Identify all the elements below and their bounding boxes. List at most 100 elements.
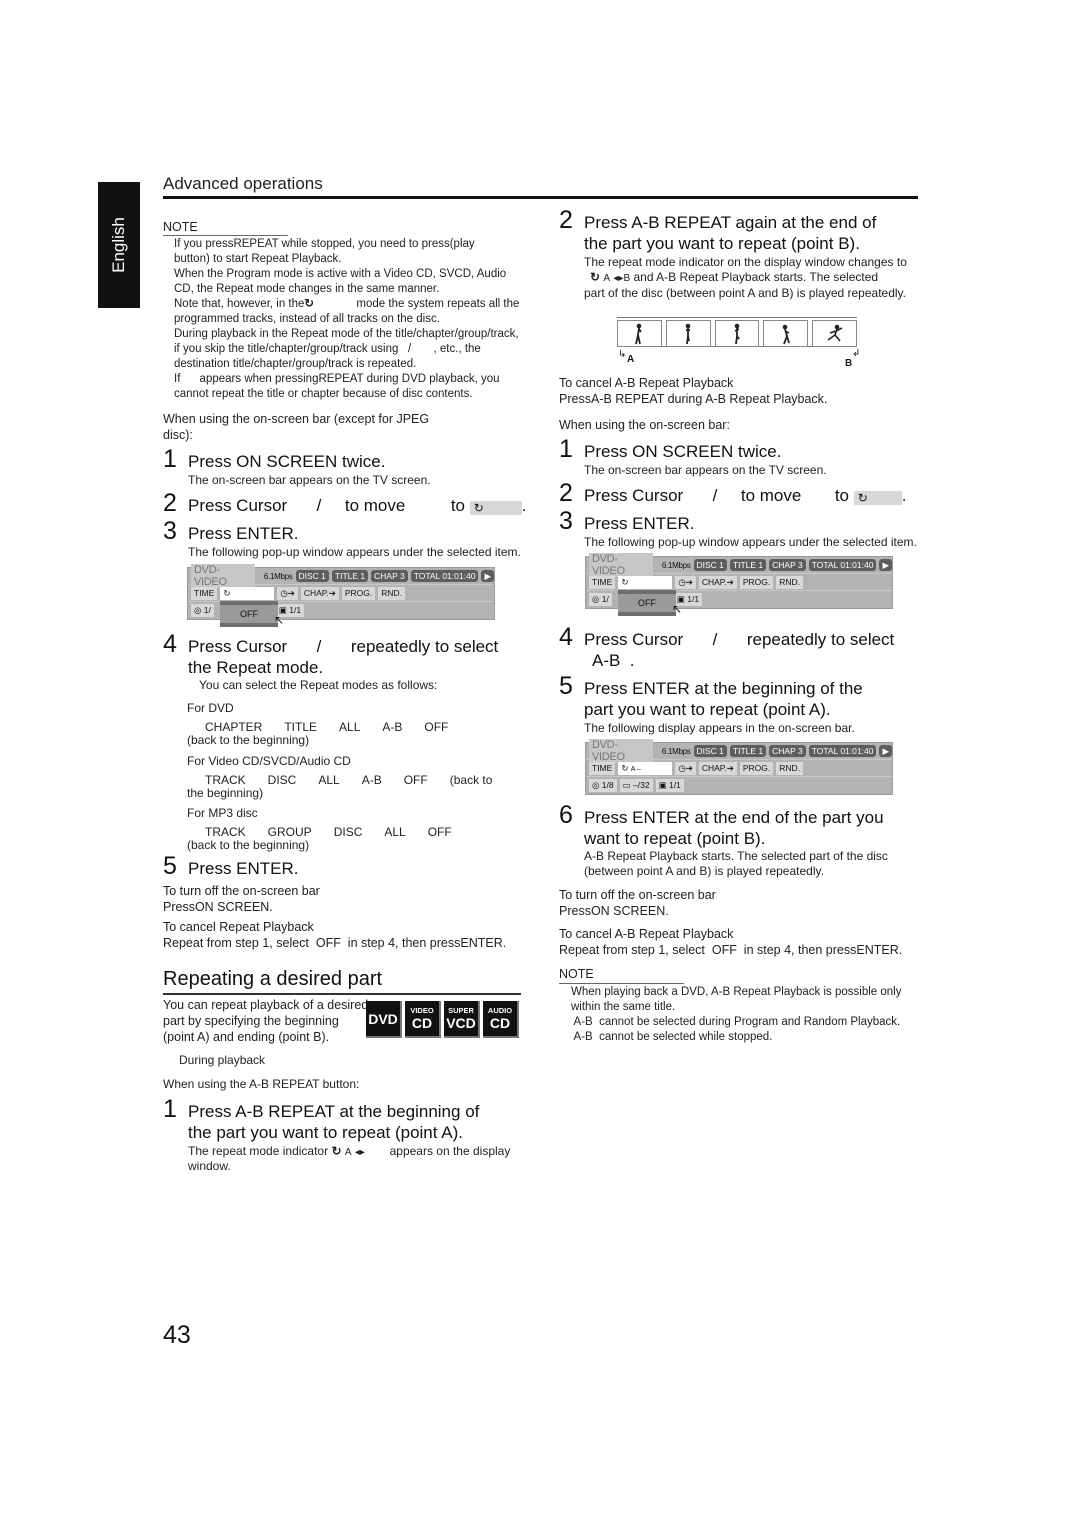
audio-cell[interactable]: ◎ 1/ <box>589 593 612 606</box>
prog-button[interactable]: PROG. <box>739 761 774 775</box>
step-text: Press ENTER at the beginning of the <box>584 679 863 698</box>
super-vcd-badge: SUPER VCD <box>444 1001 480 1038</box>
step-text: the part you want to repeat (point A). <box>188 1123 463 1142</box>
step-detail: The repeat mode indicator on the display… <box>584 255 907 269</box>
note-title: NOTE <box>163 220 198 234</box>
section-header: Advanced operations <box>163 174 323 193</box>
prog-button[interactable]: PROG. <box>739 575 774 589</box>
turn-off-block: To turn off the on-screen bar PressON SC… <box>559 888 716 918</box>
ab-arrow-icon: ◂▸ <box>354 1147 365 1158</box>
step-number: 4 <box>163 630 177 658</box>
step-detail: (between point A and B) is played repeat… <box>584 864 824 878</box>
repeat-field[interactable]: ↻ <box>618 575 673 589</box>
using-button-intro: When using the A-B REPEAT button: <box>163 1077 360 1091</box>
angle-cell[interactable]: ▣ 1/1 <box>655 779 684 792</box>
header-rule <box>163 196 918 199</box>
step-detail: The following pop-up window appears unde… <box>188 545 521 559</box>
batter-figure-icon <box>685 323 691 345</box>
step-number: 6 <box>559 801 573 829</box>
pitcher-figure-icon <box>827 324 842 342</box>
step-text: the part you want to repeat (point B). <box>584 234 860 253</box>
frame-2 <box>665 320 711 347</box>
step-number: 1 <box>559 435 573 463</box>
frame-3 <box>714 320 760 347</box>
total-pill: TOTAL 01:01:40 <box>410 570 479 582</box>
language-tab: English <box>98 182 140 308</box>
rnd-button[interactable]: RND. <box>378 586 406 600</box>
step-detail: The following pop-up window appears unde… <box>584 535 917 549</box>
step-text: Press ENTER at the end of the part you <box>584 808 884 827</box>
note-line: programmed tracks, instead of all tracks… <box>174 313 440 325</box>
left-note: If you pressREPEAT while stopped, you ne… <box>174 237 554 402</box>
left-intro: When using the on-screen bar (except for… <box>163 412 430 442</box>
chap-pill: CHAP 3 <box>371 570 408 582</box>
repeat-field[interactable]: ↻ <box>220 586 275 600</box>
note-line: cannot repeat the title or chapter becau… <box>174 388 473 400</box>
timer-icon[interactable]: ◷➔ <box>675 575 696 589</box>
timer-icon[interactable]: ◷➔ <box>675 761 696 775</box>
note-line: A-B cannot be selected while stopped. <box>571 1031 773 1043</box>
step-detail: window. <box>188 1159 231 1173</box>
chap-button[interactable]: CHAP.➔ <box>698 761 737 775</box>
audio-cell[interactable]: ◎ 1/8 <box>589 779 617 792</box>
step-detail: You can select the Repeat modes as follo… <box>199 678 438 692</box>
note-line: destination title/chapter/group/track is… <box>174 358 417 370</box>
step-number: 1 <box>163 445 177 473</box>
point-a-label: A <box>627 354 635 365</box>
step-detail: The repeat mode indicator ↻ A ◂▸ appears… <box>188 1144 511 1158</box>
step-number: 5 <box>163 852 177 880</box>
disc-pill: DISC 1 <box>295 570 329 582</box>
step-text: Press Cursor / to move to ↻. <box>584 486 907 505</box>
subtitle-cell[interactable]: ▭ –/32 <box>619 779 653 792</box>
chap-button[interactable]: CHAP.➔ <box>698 575 737 589</box>
time-button[interactable]: TIME <box>191 586 218 600</box>
batter-figure-icon <box>734 323 740 345</box>
ab-filmstrip <box>617 317 857 347</box>
prog-button[interactable]: PROG. <box>341 586 376 600</box>
repeat-field-icon: ↻ <box>469 501 522 515</box>
step-detail: part of the disc (between point A and B)… <box>584 286 906 300</box>
repeat-popup[interactable]: OFF <box>618 590 676 616</box>
timer-icon[interactable]: ◷➔ <box>277 586 298 600</box>
mouse-cursor-icon: ↖ <box>672 602 683 616</box>
note-rule <box>163 235 288 236</box>
repeat-indicator-icon: ↻ <box>590 270 601 284</box>
point-b-label: B <box>845 358 853 369</box>
step-text: A-B . <box>592 651 635 670</box>
time-button[interactable]: TIME <box>589 761 616 775</box>
chap-button[interactable]: CHAP.➔ <box>300 586 339 600</box>
page-number: 43 <box>163 1321 191 1349</box>
mode-label: For Video CD/SVCD/Audio CD <box>187 754 351 768</box>
video-cd-badge: VIDEO CD <box>405 1001 441 1038</box>
batter-figure-icon <box>635 323 643 345</box>
section-desc: You can repeat playback of a desired par… <box>163 998 369 1044</box>
cancel-ab-block: To cancel A-B Repeat Playback PressA-B R… <box>559 376 828 406</box>
repeat-field-icon: ↻ <box>853 491 902 505</box>
step-number: 3 <box>559 507 573 535</box>
step-detail: A-B Repeat Playback starts. The selected… <box>584 849 888 863</box>
audio-cd-badge: AUDIO CD <box>483 1001 519 1038</box>
step-detail: The on-screen bar appears on the TV scre… <box>188 473 431 487</box>
rnd-button[interactable]: RND. <box>776 761 804 775</box>
play-icon: ▶ <box>481 570 494 582</box>
note-line: During playback in the Repeat mode of th… <box>174 328 519 340</box>
dvd-badge: DVD <box>366 1001 402 1038</box>
mode-tail: (back to the beginning) <box>187 838 310 852</box>
repeat-field[interactable]: ↻ A – <box>618 761 673 775</box>
audio-cell[interactable]: ◎ 1/ <box>191 604 214 617</box>
rnd-button[interactable]: RND. <box>776 575 804 589</box>
step-number: 2 <box>163 489 177 517</box>
note-title: NOTE <box>559 967 594 981</box>
mouse-cursor-icon: ↖ <box>274 613 285 627</box>
time-button[interactable]: TIME <box>589 575 616 589</box>
note-line: CD, the Repeat mode changes in the same … <box>174 283 440 295</box>
step-number: 1 <box>163 1095 177 1123</box>
note-line: if you skip the title/chapter/group/trac… <box>174 343 481 355</box>
repeat-popup[interactable]: OFF <box>220 601 278 627</box>
step-number: 2 <box>559 479 573 507</box>
step-text: Press ON SCREEN twice. <box>584 442 782 461</box>
language-label: English <box>109 217 128 273</box>
note-rule <box>559 983 684 984</box>
step-text: Press ENTER. <box>188 859 299 878</box>
note-line: When playing back a DVD, A-B Repeat Play… <box>571 986 902 998</box>
